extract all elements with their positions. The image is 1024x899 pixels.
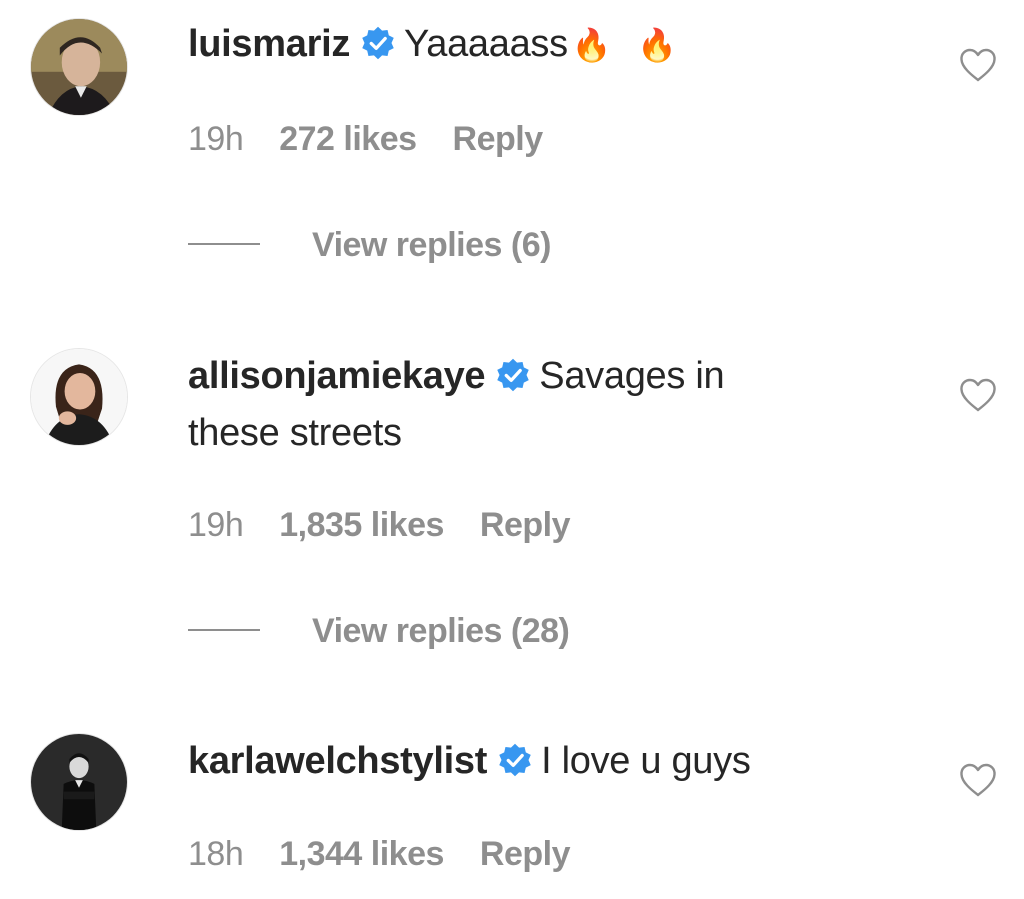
comment-body: luismariz Yaaaaass 🔥 🔥 xyxy=(188,16,888,74)
view-replies-button[interactable]: View replies (6) xyxy=(312,226,551,264)
avatar[interactable] xyxy=(30,18,128,116)
comment-likes-count[interactable]: 1,344 likes xyxy=(279,835,444,873)
comment-body: karlawelchstylist I love u guys xyxy=(188,733,888,790)
comment-text: Yaaaaass xyxy=(404,23,568,65)
heart-outline-icon[interactable] xyxy=(958,377,998,413)
comment-meta: 19h 272 likes Reply xyxy=(188,120,543,159)
fire-emoji: 🔥 xyxy=(637,27,677,63)
avatar[interactable] xyxy=(30,348,128,446)
comment-timestamp: 19h xyxy=(188,506,244,544)
comment-likes-count[interactable]: 1,835 likes xyxy=(279,506,444,544)
comment-text: I love u guys xyxy=(541,740,751,782)
comment-meta: 18h 1,344 likes Reply xyxy=(188,835,570,874)
heart-outline-icon[interactable] xyxy=(958,47,998,83)
comment-text: Savages in xyxy=(539,355,725,397)
heart-outline-icon[interactable] xyxy=(958,762,998,798)
verified-badge-icon xyxy=(360,25,396,61)
comment-username[interactable]: karlawelchstylist xyxy=(188,740,487,782)
view-replies-button[interactable]: View replies (28) xyxy=(312,612,570,650)
fire-emoji: 🔥 xyxy=(571,27,612,63)
avatar-photo xyxy=(31,349,127,445)
divider-line xyxy=(188,629,260,631)
comment-username[interactable]: allisonjamiekaye xyxy=(188,355,486,397)
verified-badge-icon xyxy=(497,742,533,778)
comment-body: allisonjamiekaye Savages in these streets xyxy=(188,348,888,462)
avatar[interactable] xyxy=(30,733,128,831)
view-replies-row: View replies (6) xyxy=(188,226,551,265)
comment-meta: 19h 1,835 likes Reply xyxy=(188,506,570,545)
reply-button[interactable]: Reply xyxy=(480,835,571,873)
reply-button[interactable]: Reply xyxy=(480,506,571,544)
comment-text-continued: these streets xyxy=(188,412,402,454)
reply-button[interactable]: Reply xyxy=(453,120,544,158)
comment-timestamp: 19h xyxy=(188,120,244,158)
view-replies-row: View replies (28) xyxy=(188,612,570,651)
comment-likes-count[interactable]: 272 likes xyxy=(279,120,417,158)
avatar-photo xyxy=(31,19,127,115)
comment-username[interactable]: luismariz xyxy=(188,23,350,65)
avatar-photo xyxy=(31,734,127,830)
divider-line xyxy=(188,243,260,245)
comment-timestamp: 18h xyxy=(188,835,244,873)
verified-badge-icon xyxy=(495,357,531,393)
